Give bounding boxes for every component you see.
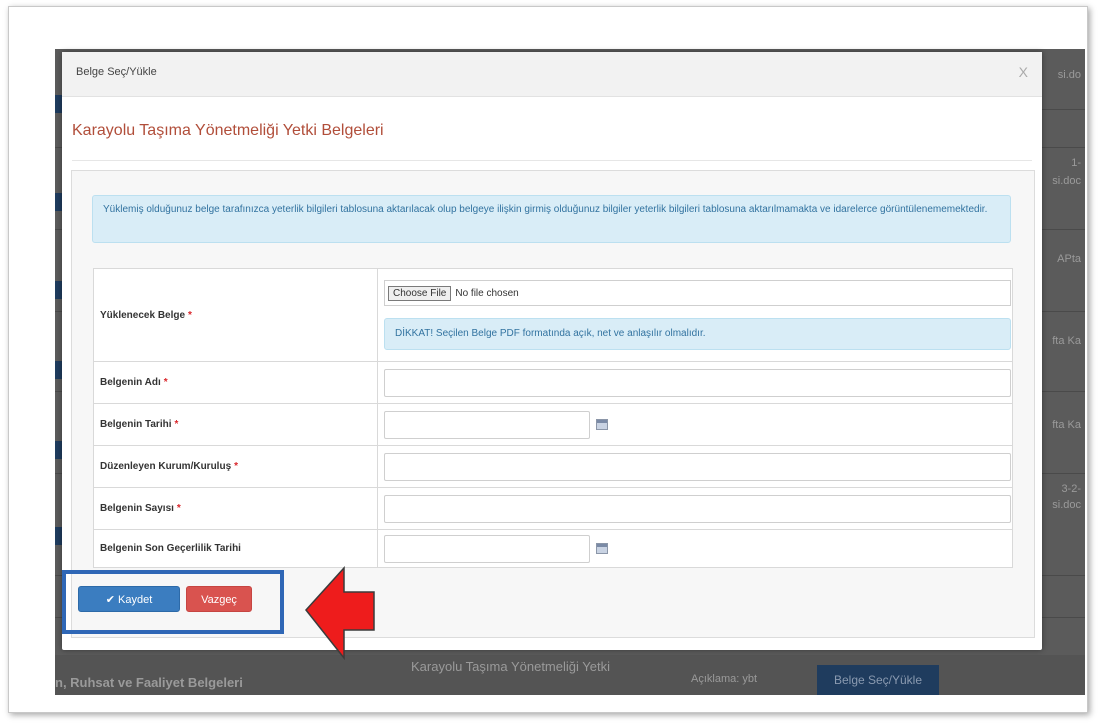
calendar-icon[interactable] [596,419,608,430]
form-row-issuer: Düzenleyen Kurum/Kuruluş * [93,445,1013,488]
form-label: Düzenleyen Kurum/Kuruluş * [93,445,378,488]
bg-text: fta Ka [1052,419,1081,431]
bg-text: APta [1057,253,1081,265]
form-label: Belgenin Son Geçerlilik Tarihi [93,529,378,568]
calendar-icon[interactable] [596,543,608,554]
upload-modal: Belge Seç/Yükle X Karayolu Taşıma Yönetm… [62,52,1042,650]
form-row-name: Belgenin Adı * [93,361,1013,404]
bg-select-upload-button[interactable]: Belge Seç/Yükle [817,665,939,695]
close-icon[interactable]: X [1019,64,1028,80]
form-label: Belgenin Adı * [93,361,378,404]
required-mark: * [163,377,168,388]
bg-bottom-row: n, Ruhsat ve Faaliyet Belgeleri Karayolu… [55,655,1085,695]
required-mark: * [234,461,239,472]
form-row-expiry: Belgenin Son Geçerlilik Tarihi [93,529,1013,568]
document-number-input[interactable] [384,494,1011,523]
bg-document-label: Karayolu Taşıma Yönetmeliği Yetki [411,659,610,674]
required-mark: * [174,419,179,430]
form-panel: Yüklemiş olduğunuz belge tarafınızca yet… [71,170,1035,638]
bg-description: Açıklama: ybt [691,673,758,685]
bg-text: fta Ka [1052,335,1081,347]
bg-text: 1- [1071,157,1081,169]
choose-file-button[interactable]: Choose File [388,285,452,301]
document-date-input[interactable] [384,410,590,439]
required-mark: * [176,503,181,514]
document-name-input[interactable] [384,368,1011,397]
pdf-warning: DİKKAT! Seçilen Belge PDF formatında açı… [384,318,1011,350]
form-label: Belgenin Sayısı * [93,487,378,530]
info-alert: Yüklemiş olduğunuz belge tarafınızca yet… [92,195,1011,243]
arrow-icon [305,566,375,660]
section-title: Karayolu Taşıma Yönetmeliği Yetki Belgel… [72,122,384,139]
bg-text: si.doc [1052,175,1081,187]
divider [72,160,1032,161]
bg-category-label: n, Ruhsat ve Faaliyet Belgeleri [55,675,243,690]
form-row-upload: Yüklenecek Belge * Choose File No file ch… [93,268,1013,362]
form-label: Yüklenecek Belge * [93,268,378,362]
file-input[interactable]: Choose File No file chosen [384,280,1011,306]
bg-text: si.do [1057,69,1081,81]
modal-title: Belge Seç/Yükle [76,66,157,78]
form-label: Belgenin Tarihi * [93,403,378,446]
highlight-box [62,570,284,634]
form-row-number: Belgenin Sayısı * [93,487,1013,530]
bg-text: 3-2- [1061,483,1081,495]
upload-form-table: Yüklenecek Belge * Choose File No file ch… [93,268,1013,568]
required-mark: * [188,309,192,321]
issuer-input[interactable] [384,452,1011,481]
expiry-date-input[interactable] [384,534,590,563]
form-row-date: Belgenin Tarihi * [93,403,1013,446]
modal-header: Belge Seç/Yükle X [62,52,1042,97]
file-status: No file chosen [455,287,519,299]
bg-text: si.doc [1052,499,1081,511]
